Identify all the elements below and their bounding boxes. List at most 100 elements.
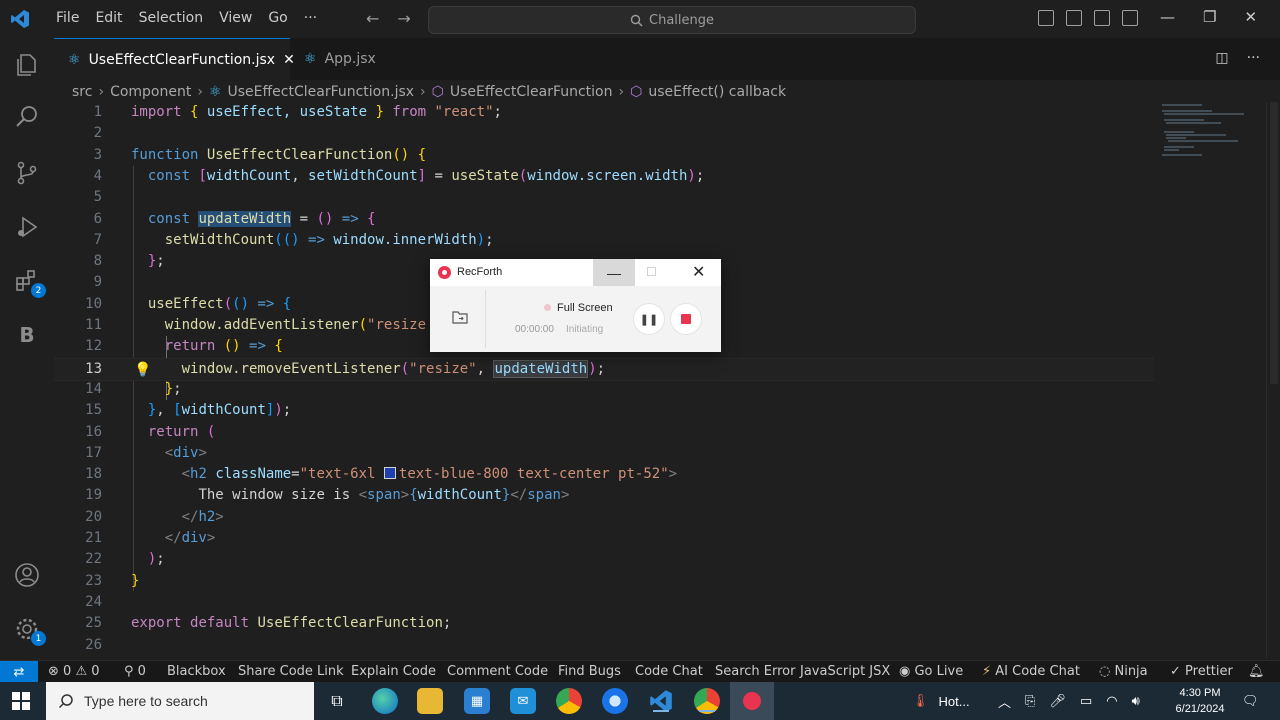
- task-view-icon[interactable]: ⧉: [324, 688, 350, 714]
- edge-browser-icon[interactable]: [372, 688, 398, 714]
- windows-start-icon[interactable]: [12, 692, 30, 710]
- problems-indicator[interactable]: ⊗ 0 ⚠ 0: [48, 664, 100, 679]
- tab-app[interactable]: ⚛ App.jsx: [290, 38, 426, 80]
- mail-icon[interactable]: ✉: [510, 688, 536, 714]
- tab-useeffectclearfunction[interactable]: ⚛ UseEffectClearFunction.jsx ✕: [54, 38, 295, 80]
- editor-actions: ◫ ···: [1215, 50, 1260, 66]
- status-find-bugs[interactable]: Find Bugs: [558, 664, 621, 679]
- line-number: 21: [85, 530, 102, 546]
- breadcrumb-item[interactable]: Component: [110, 84, 191, 100]
- remote-indicator-icon[interactable]: ⇄: [0, 661, 38, 683]
- color-swatch[interactable]: [383, 467, 396, 480]
- blackbox-icon[interactable]: B: [12, 320, 42, 350]
- status-go-live[interactable]: ◉ Go Live: [899, 664, 963, 679]
- folder-icon[interactable]: [452, 310, 468, 327]
- status-ninja[interactable]: ◌ Ninja: [1099, 664, 1148, 679]
- status-code-chat[interactable]: Code Chat: [635, 664, 703, 679]
- chrome-profile-icon[interactable]: [694, 688, 720, 714]
- breadcrumb-item[interactable]: useEffect() callback: [648, 84, 786, 100]
- split-editor-icon[interactable]: ◫: [1215, 50, 1228, 66]
- line-number: 7: [93, 231, 102, 248]
- react-file-icon: ⚛: [208, 84, 222, 100]
- command-center-search[interactable]: Challenge: [428, 6, 916, 34]
- customize-layout-icon[interactable]: [1122, 10, 1138, 26]
- weather-widget[interactable]: 🌡︎ Hot...: [912, 682, 970, 720]
- recorder-minimize-button[interactable]: —: [593, 259, 635, 286]
- taskbar-clock[interactable]: 4:30 PM 6/21/2024: [1168, 685, 1232, 717]
- menu-file[interactable]: File: [48, 10, 87, 26]
- vscode-taskbar-icon[interactable]: [648, 688, 674, 714]
- status-prettier[interactable]: ✓ Prettier: [1170, 664, 1233, 679]
- notification-center-icon[interactable]: 🗨︎: [1242, 682, 1259, 720]
- breadcrumb-item[interactable]: src: [72, 84, 92, 100]
- line-number: 23: [85, 572, 102, 589]
- editor-tabs: ⚛ UseEffectClearFunction.jsx ✕ ⚛ App.jsx…: [54, 38, 1280, 80]
- menu-edit[interactable]: Edit: [87, 10, 130, 26]
- battery-icon[interactable]: ▭: [1080, 693, 1092, 709]
- menu-go[interactable]: Go: [260, 10, 295, 26]
- status-blackbox[interactable]: Blackbox: [167, 664, 226, 679]
- toggle-secondary-sidebar-icon[interactable]: [1094, 10, 1110, 26]
- status-share-code-link[interactable]: Share Code Link: [238, 664, 344, 679]
- menu-more[interactable]: ···: [296, 10, 325, 26]
- toggle-panel-icon[interactable]: [1066, 10, 1082, 26]
- minimize-icon[interactable]: —: [1160, 8, 1175, 26]
- recforth-taskbar-icon[interactable]: [730, 682, 774, 720]
- code-line: 19 The window size is <span>{widthCount}…: [54, 485, 1154, 506]
- volume-icon[interactable]: 🔊︎: [1132, 693, 1140, 709]
- wifi-icon[interactable]: ◠: [1106, 693, 1117, 709]
- line-number: 16: [85, 423, 102, 440]
- more-actions-icon[interactable]: ···: [1247, 50, 1260, 66]
- toggle-primary-sidebar-icon[interactable]: [1038, 10, 1054, 26]
- meet-now-icon[interactable]: ⎘: [1025, 693, 1035, 709]
- explorer-icon[interactable]: [12, 50, 42, 80]
- close-icon[interactable]: ✕: [1244, 8, 1257, 26]
- chevron-right-icon: ›: [420, 84, 426, 100]
- status-comment-code[interactable]: Comment Code: [447, 664, 548, 679]
- ports-indicator[interactable]: ⚲ 0: [124, 664, 146, 679]
- extensions-icon[interactable]: 2: [12, 266, 46, 298]
- microphone-icon[interactable]: 🎤︎: [1049, 693, 1066, 709]
- line-number: 20: [85, 508, 102, 525]
- vscode-logo-icon: [11, 10, 29, 28]
- symbol-cube-icon: ⬡: [431, 84, 444, 100]
- restore-icon[interactable]: ❐: [1203, 8, 1216, 26]
- settings-gear-icon[interactable]: 1: [12, 614, 46, 646]
- back-arrow-icon[interactable]: ←: [366, 9, 379, 28]
- menu-view[interactable]: View: [211, 10, 260, 26]
- menu-selection[interactable]: Selection: [131, 10, 212, 26]
- minimap[interactable]: [1160, 102, 1265, 658]
- search-icon: [630, 14, 643, 26]
- status-language-mode[interactable]: JavaScript JSX: [800, 664, 890, 679]
- file-explorer-icon[interactable]: [417, 688, 443, 714]
- code-line: 1 import { useEffect, useState } from "re…: [54, 102, 1154, 123]
- pause-button[interactable]: ❚❚: [633, 303, 665, 335]
- weather-text: Hot...: [938, 693, 970, 709]
- status-bar: ⇄ ⊗ 0 ⚠ 0 ⚲ 0 Blackbox Share Code Link E…: [0, 660, 1280, 683]
- check-icon: ✓: [1170, 664, 1181, 679]
- run-debug-icon[interactable]: [12, 212, 42, 242]
- taskbar-search[interactable]: Type here to search: [46, 682, 314, 720]
- recorder-close-button[interactable]: ✕: [692, 262, 705, 282]
- breadcrumb-item[interactable]: UseEffectClearFunction: [450, 84, 613, 100]
- recorder-title: RecForth: [457, 266, 503, 278]
- search-sidebar-icon[interactable]: [12, 102, 42, 132]
- status-ai-code-chat[interactable]: ⚡ AI Code Chat: [982, 664, 1080, 679]
- vertical-scrollbar[interactable]: [1266, 102, 1280, 658]
- status-search-error[interactable]: Search Error: [715, 664, 795, 679]
- chevron-up-icon[interactable]: ︿: [998, 692, 1011, 711]
- notifications-bell-icon[interactable]: 🔔︎: [1248, 664, 1265, 679]
- breadcrumb-item[interactable]: UseEffectClearFunction.jsx: [228, 84, 415, 100]
- chrome-alt-icon[interactable]: [602, 688, 628, 714]
- scrollbar-thumb[interactable]: [1270, 102, 1278, 384]
- forward-arrow-icon[interactable]: →: [397, 9, 410, 28]
- code-editor[interactable]: 1 import { useEffect, useState } from "re…: [54, 102, 1160, 658]
- microsoft-store-icon[interactable]: ▦: [464, 688, 490, 714]
- account-icon[interactable]: [12, 560, 42, 590]
- line-number: 14: [85, 380, 102, 397]
- stop-button[interactable]: [670, 303, 702, 335]
- status-explain-code[interactable]: Explain Code: [351, 664, 436, 679]
- code-line: 17 <div>: [54, 443, 1154, 464]
- source-control-icon[interactable]: [12, 158, 42, 188]
- chrome-icon[interactable]: [556, 688, 582, 714]
